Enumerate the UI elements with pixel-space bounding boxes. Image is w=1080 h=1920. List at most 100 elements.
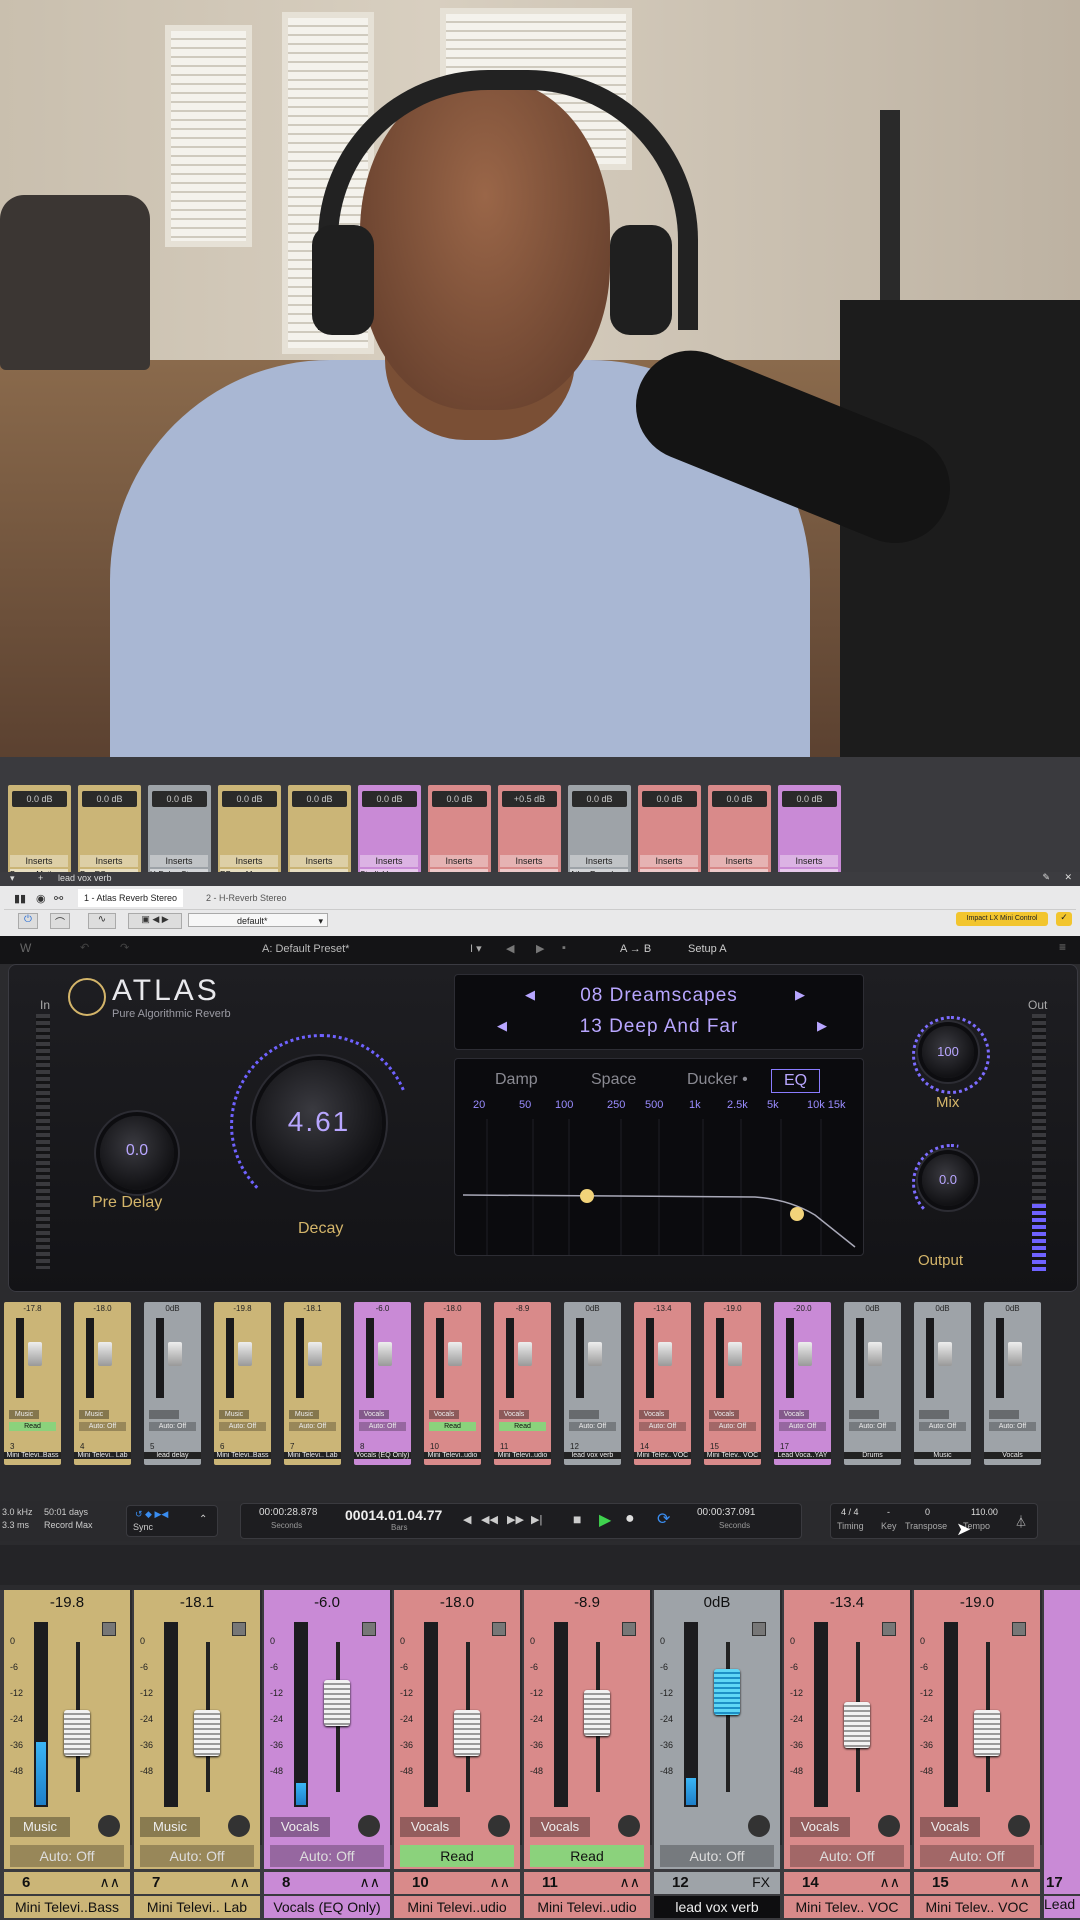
record-arm-button[interactable] — [362, 1622, 376, 1636]
power-button[interactable]: ⏻ — [18, 913, 38, 929]
automation-mode[interactable]: Read — [499, 1422, 546, 1431]
sync-box[interactable]: ↺ ◆ ▶◀ Sync ⌃ — [126, 1505, 218, 1537]
waveform-icon[interactable]: ∧∧ — [620, 1874, 641, 1891]
metronome-toggle-icon[interactable]: ⏃ — [1015, 1513, 1027, 1530]
channel-name[interactable]: Lead — [1044, 1896, 1080, 1918]
fader-handle[interactable] — [658, 1342, 672, 1366]
monitor-icon[interactable] — [618, 1815, 640, 1837]
fader-handle[interactable] — [714, 1669, 740, 1715]
end-icon[interactable]: ▶| — [531, 1513, 542, 1526]
automation-mode[interactable]: Auto: Off — [920, 1845, 1034, 1867]
next-category-icon[interactable]: ▶ — [795, 987, 805, 1003]
preset-menu-icon[interactable]: I ▾ — [470, 942, 482, 955]
inserts-label[interactable]: Inserts — [500, 855, 558, 867]
channel-gain[interactable]: 0.0 dB — [782, 791, 837, 807]
automation-mode[interactable]: Auto: Off — [140, 1845, 254, 1867]
automation-mode[interactable]: Auto: Off — [149, 1422, 196, 1431]
automation-mode[interactable]: Auto: Off — [919, 1422, 966, 1431]
preset-dropdown[interactable]: default* ▾ — [188, 913, 328, 927]
monitor-icon[interactable] — [1008, 1815, 1030, 1837]
channel-name[interactable]: Mini Televi..Bass — [214, 1452, 271, 1459]
controller-badge[interactable]: Impact LX Mini Control — [956, 912, 1048, 926]
channel-name[interactable]: Vocals (EQ Only) — [264, 1896, 390, 1918]
tab-slot-1[interactable]: 1 - Atlas Reverb Stereo — [78, 889, 184, 907]
channel-name[interactable]: Mini Televi..udio — [524, 1896, 650, 1918]
next-preset-arrow-icon[interactable]: ▶ — [817, 1018, 827, 1034]
monitor-icon[interactable] — [878, 1815, 900, 1837]
monitor-icon[interactable] — [488, 1815, 510, 1837]
monitor-icon[interactable] — [228, 1815, 250, 1837]
automation-mode[interactable]: Auto: Off — [289, 1422, 336, 1431]
add-icon[interactable]: + — [38, 873, 43, 883]
channel-name[interactable]: Mini Televi..Bass — [4, 1896, 130, 1918]
compare-icon[interactable]: ⌒ — [50, 913, 70, 929]
channel-gain[interactable]: 0.0 dB — [222, 791, 277, 807]
channel-name[interactable]: Mini Telev.. VOC — [634, 1452, 691, 1459]
inserts-label[interactable]: Inserts — [570, 855, 628, 867]
inserts-label[interactable]: Inserts — [220, 855, 278, 867]
preset-name[interactable]: A: Default Preset* — [262, 943, 349, 955]
fader-handle[interactable] — [308, 1342, 322, 1366]
waveform-icon[interactable]: ∧∧ — [100, 1874, 121, 1891]
record-arm-button[interactable] — [232, 1622, 246, 1636]
automation-mode[interactable]: Read — [9, 1422, 56, 1431]
channel-gain[interactable]: +0.5 dB — [502, 791, 557, 807]
automation-mode[interactable]: Auto: Off — [639, 1422, 686, 1431]
automation-mode[interactable]: Read — [429, 1422, 476, 1431]
channel-gain[interactable]: 0.0 dB — [642, 791, 697, 807]
channel-name[interactable]: Lead Voca..YAY — [774, 1452, 831, 1459]
channel-name[interactable]: Music — [914, 1452, 971, 1459]
record-button[interactable]: ● — [625, 1510, 635, 1528]
close-icon[interactable]: ✕ — [1064, 872, 1072, 883]
key-value[interactable]: - — [887, 1507, 890, 1517]
fader-handle[interactable] — [584, 1690, 610, 1736]
eq-curve-graph[interactable] — [455, 1059, 863, 1255]
waveform-icon[interactable]: ∧∧ — [360, 1874, 381, 1891]
fader-handle[interactable] — [324, 1679, 350, 1726]
channel-gain[interactable]: 0.0 dB — [572, 791, 627, 807]
automation-mode[interactable]: Auto: Off — [79, 1422, 126, 1431]
channel-gain[interactable]: 0.0 dB — [292, 791, 347, 807]
rewind-icon[interactable]: ◀◀ — [481, 1513, 498, 1526]
chevron-up-icon[interactable]: ⌃ — [199, 1514, 207, 1525]
fader-handle[interactable] — [728, 1342, 742, 1366]
fader-handle[interactable] — [798, 1342, 812, 1366]
prev-preset-icon[interactable]: ◀ — [506, 942, 514, 955]
automation-mode[interactable]: Auto: Off — [660, 1845, 774, 1867]
atlas-preset-name[interactable]: 13 Deep And Far — [455, 1016, 863, 1038]
waveform-icon[interactable]: ∧∧ — [490, 1874, 511, 1891]
fader-handle[interactable] — [454, 1709, 480, 1756]
fader-handle[interactable] — [518, 1342, 532, 1366]
channel-gain[interactable]: 0.0 dB — [82, 791, 137, 807]
ab-toggle[interactable]: A → B — [620, 943, 651, 955]
automation-mode[interactable]: Read — [530, 1845, 644, 1867]
loop-icon[interactable]: ⟳ — [657, 1509, 670, 1529]
channel-gain[interactable]: 0.0 dB — [152, 791, 207, 807]
automation-mode[interactable]: Auto: Off — [219, 1422, 266, 1431]
inserts-label[interactable]: Inserts — [780, 855, 838, 867]
forward-icon[interactable]: ▶▶ — [507, 1513, 524, 1526]
automation-mode[interactable]: Auto: Off — [270, 1845, 384, 1867]
channel-gain[interactable]: 0.0 dB — [432, 791, 487, 807]
metronome-icon[interactable]: ↺ ◆ ▶◀ — [135, 1509, 168, 1520]
inserts-label[interactable]: Inserts — [150, 855, 208, 867]
channel-gain[interactable]: 0.0 dB — [712, 791, 767, 807]
undo-icon[interactable]: ↶ — [80, 941, 89, 954]
fader-handle[interactable] — [238, 1342, 252, 1366]
fader-handle[interactable] — [98, 1342, 112, 1366]
collapse-icon[interactable]: ▾ — [10, 873, 15, 884]
redo-icon[interactable]: ↷ — [120, 941, 129, 954]
channel-name[interactable]: Mini Telev.. VOC — [914, 1896, 1040, 1918]
preset-nav-arrows[interactable]: ▣ ◀ ▶ — [128, 913, 182, 929]
record-arm-button[interactable] — [622, 1622, 636, 1636]
monitor-icon[interactable] — [748, 1815, 770, 1837]
checkmark-icon[interactable]: ✓ — [1056, 912, 1072, 926]
monitor-icon[interactable] — [98, 1815, 120, 1837]
automation-icon[interactable]: ∿ — [88, 913, 116, 929]
fader-handle[interactable] — [28, 1342, 42, 1366]
fader-handle[interactable] — [938, 1342, 952, 1366]
channel-name[interactable]: Mini Televi..udio — [494, 1452, 551, 1459]
channel-name[interactable]: Mini Televi..udio — [424, 1452, 481, 1459]
fader-handle[interactable] — [378, 1342, 392, 1366]
inserts-label[interactable]: Inserts — [640, 855, 698, 867]
